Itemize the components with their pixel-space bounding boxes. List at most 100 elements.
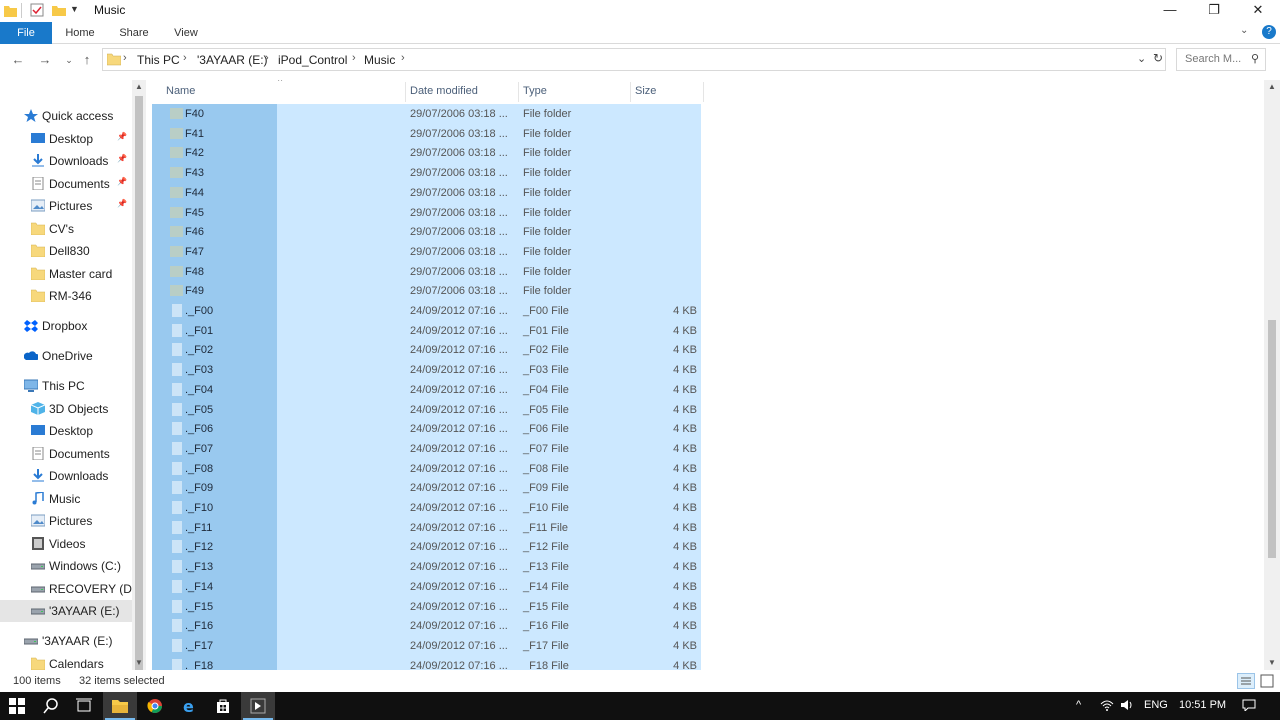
show-hidden-icons[interactable]: ^: [1076, 699, 1081, 711]
expand-ribbon-icon[interactable]: ⌄: [1240, 25, 1248, 36]
search-icon[interactable]: [34, 692, 68, 720]
table-row[interactable]: F48 29/07/2006 03:18 ... File folder: [152, 261, 701, 282]
action-center-icon[interactable]: [1242, 699, 1256, 714]
sidebar-item-this-pc[interactable]: This PC: [0, 375, 146, 397]
refresh-icon[interactable]: ↻: [1153, 51, 1163, 65]
sidebar-item-dell830[interactable]: Dell830: [0, 240, 146, 262]
table-row[interactable]: ._F11 24/09/2012 07:16 ... _F11 File 4 KB: [152, 517, 701, 538]
minimize-button[interactable]: —: [1148, 0, 1192, 22]
forward-button[interactable]: →: [36, 52, 54, 68]
column-divider[interactable]: [518, 82, 519, 102]
sidebar-item-music[interactable]: Music: [0, 488, 146, 510]
sidebar-item-desktop[interactable]: Desktop 📌: [0, 128, 146, 150]
sidebar-item-pictures[interactable]: Pictures 📌: [0, 195, 146, 217]
scroll-up-icon[interactable]: ▲: [135, 82, 143, 91]
column-header-date-modified[interactable]: Date modified: [410, 80, 478, 102]
tab-file[interactable]: File: [0, 22, 52, 44]
sidebar-item-videos[interactable]: Videos: [0, 533, 146, 555]
breadcrumb-drive[interactable]: '3AYAAR (E:): [197, 53, 268, 67]
table-row[interactable]: ._F14 24/09/2012 07:16 ... _F14 File 4 KB: [152, 576, 701, 597]
wifi-icon[interactable]: [1100, 699, 1114, 714]
table-row[interactable]: F49 29/07/2006 03:18 ... File folder: [152, 281, 701, 302]
table-row[interactable]: F41 29/07/2006 03:18 ... File folder: [152, 123, 701, 144]
breadcrumb-ipod-control[interactable]: iPod_Control: [278, 53, 347, 67]
sidebar-item-rm-346[interactable]: RM-346: [0, 285, 146, 307]
file-explorer-icon[interactable]: [103, 692, 137, 720]
column-divider[interactable]: [703, 82, 704, 102]
recent-locations-button[interactable]: ⌄: [60, 52, 78, 68]
sidebar-item-pictures[interactable]: Pictures: [0, 510, 146, 532]
clock[interactable]: 10:51 PM: [1179, 699, 1226, 711]
table-row[interactable]: ._F02 24/09/2012 07:16 ... _F02 File 4 KB: [152, 340, 701, 361]
task-view-icon[interactable]: [67, 692, 101, 720]
file-list-scrollbar[interactable]: ▲ ▼: [1264, 80, 1280, 670]
table-row[interactable]: ._F00 24/09/2012 07:16 ... _F00 File 4 KB: [152, 301, 701, 321]
sidebar-item-windows-c[interactable]: Windows (C:): [0, 555, 146, 577]
table-row[interactable]: ._F12 24/09/2012 07:16 ... _F12 File 4 KB: [152, 537, 701, 558]
breadcrumb-this-pc[interactable]: This PC: [137, 53, 180, 67]
store-icon[interactable]: [206, 692, 240, 720]
chrome-icon[interactable]: [138, 692, 172, 720]
sidebar-item-documents[interactable]: Documents 📌: [0, 173, 146, 195]
table-row[interactable]: ._F18 24/09/2012 07:16 ... _F18 File 4 KB: [152, 655, 701, 670]
table-row[interactable]: ._F06 24/09/2012 07:16 ... _F06 File 4 KB: [152, 419, 701, 440]
column-header-name[interactable]: Name: [166, 80, 195, 102]
scroll-down-icon[interactable]: ▼: [135, 658, 143, 667]
sidebar-item-cv-s[interactable]: CV's: [0, 218, 146, 240]
table-row[interactable]: ._F15 24/09/2012 07:16 ... _F15 File 4 KB: [152, 596, 701, 617]
sidebar-item-3ayaar-e[interactable]: '3AYAAR (E:): [0, 630, 146, 652]
table-row[interactable]: F44 29/07/2006 03:18 ... File folder: [152, 182, 701, 203]
sidebar-item-3d-objects[interactable]: 3D Objects: [0, 398, 146, 420]
table-row[interactable]: F42 29/07/2006 03:18 ... File folder: [152, 143, 701, 164]
up-button[interactable]: ↑: [78, 52, 96, 68]
sidebar-item-master-card[interactable]: Master card: [0, 263, 146, 285]
breadcrumb-music[interactable]: Music: [364, 53, 395, 67]
sidebar-item-recovery-d[interactable]: RECOVERY (D:): [0, 578, 146, 600]
language-indicator[interactable]: ENG: [1144, 699, 1168, 711]
customize-toolbar-icon[interactable]: ▼: [70, 4, 79, 20]
table-row[interactable]: ._F01 24/09/2012 07:16 ... _F01 File 4 KB: [152, 320, 701, 341]
maximize-button[interactable]: ❐: [1192, 0, 1236, 22]
table-row[interactable]: F40 29/07/2006 03:18 ... File folder: [152, 104, 701, 124]
help-icon[interactable]: ?: [1262, 25, 1276, 39]
column-divider[interactable]: [630, 82, 631, 102]
table-row[interactable]: ._F08 24/09/2012 07:16 ... _F08 File 4 KB: [152, 458, 701, 479]
search-input[interactable]: Search M... ⚲: [1176, 48, 1266, 71]
close-button[interactable]: ✕: [1236, 0, 1280, 22]
sidebar-item-downloads[interactable]: Downloads 📌: [0, 150, 146, 172]
table-row[interactable]: ._F03 24/09/2012 07:16 ... _F03 File 4 KB: [152, 360, 701, 381]
table-row[interactable]: ._F10 24/09/2012 07:16 ... _F10 File 4 KB: [152, 498, 701, 518]
sidebar-item-onedrive[interactable]: OneDrive: [0, 345, 146, 367]
tab-share[interactable]: Share: [112, 22, 156, 44]
back-button[interactable]: ←: [9, 52, 27, 68]
table-row[interactable]: F45 29/07/2006 03:18 ... File folder: [152, 202, 701, 223]
column-header-size[interactable]: Size: [635, 80, 656, 102]
column-header-type[interactable]: Type: [523, 80, 547, 102]
volume-icon[interactable]: [1120, 699, 1134, 714]
scroll-up-icon[interactable]: ▲: [1268, 82, 1276, 91]
sidebar-item-calendars[interactable]: Calendars: [0, 653, 146, 670]
scroll-down-icon[interactable]: ▼: [1268, 658, 1276, 667]
media-app-icon[interactable]: [241, 692, 275, 720]
sidebar-item-quick-access[interactable]: Quick access: [0, 105, 146, 127]
edge-icon[interactable]: e: [172, 692, 206, 720]
scrollbar-thumb[interactable]: [1268, 320, 1276, 558]
sidebar-item-documents[interactable]: Documents: [0, 443, 146, 465]
table-row[interactable]: ._F16 24/09/2012 07:16 ... _F16 File 4 KB: [152, 616, 701, 637]
sidebar-item-dropbox[interactable]: Dropbox: [0, 315, 146, 337]
column-divider[interactable]: [405, 82, 406, 102]
address-history-icon[interactable]: ⌄: [1137, 52, 1146, 65]
scrollbar-thumb[interactable]: [135, 96, 143, 671]
table-row[interactable]: ._F07 24/09/2012 07:16 ... _F07 File 4 KB: [152, 438, 701, 459]
sidebar-item-desktop[interactable]: Desktop: [0, 420, 146, 442]
navigation-pane-scrollbar[interactable]: ▲ ▼: [132, 80, 146, 671]
table-row[interactable]: F46 29/07/2006 03:18 ... File folder: [152, 222, 701, 243]
details-view-icon[interactable]: [1237, 673, 1255, 689]
table-row[interactable]: ._F13 24/09/2012 07:16 ... _F13 File 4 KB: [152, 557, 701, 578]
address-bar[interactable]: › This PC › '3AYAAR (E:) › iPod_Control …: [102, 48, 1166, 71]
table-row[interactable]: ._F05 24/09/2012 07:16 ... _F05 File 4 KB: [152, 399, 701, 420]
start-icon[interactable]: [0, 692, 34, 720]
tab-view[interactable]: View: [164, 22, 208, 44]
tab-home[interactable]: Home: [58, 22, 102, 44]
table-row[interactable]: ._F17 24/09/2012 07:16 ... _F17 File 4 KB: [152, 635, 701, 656]
